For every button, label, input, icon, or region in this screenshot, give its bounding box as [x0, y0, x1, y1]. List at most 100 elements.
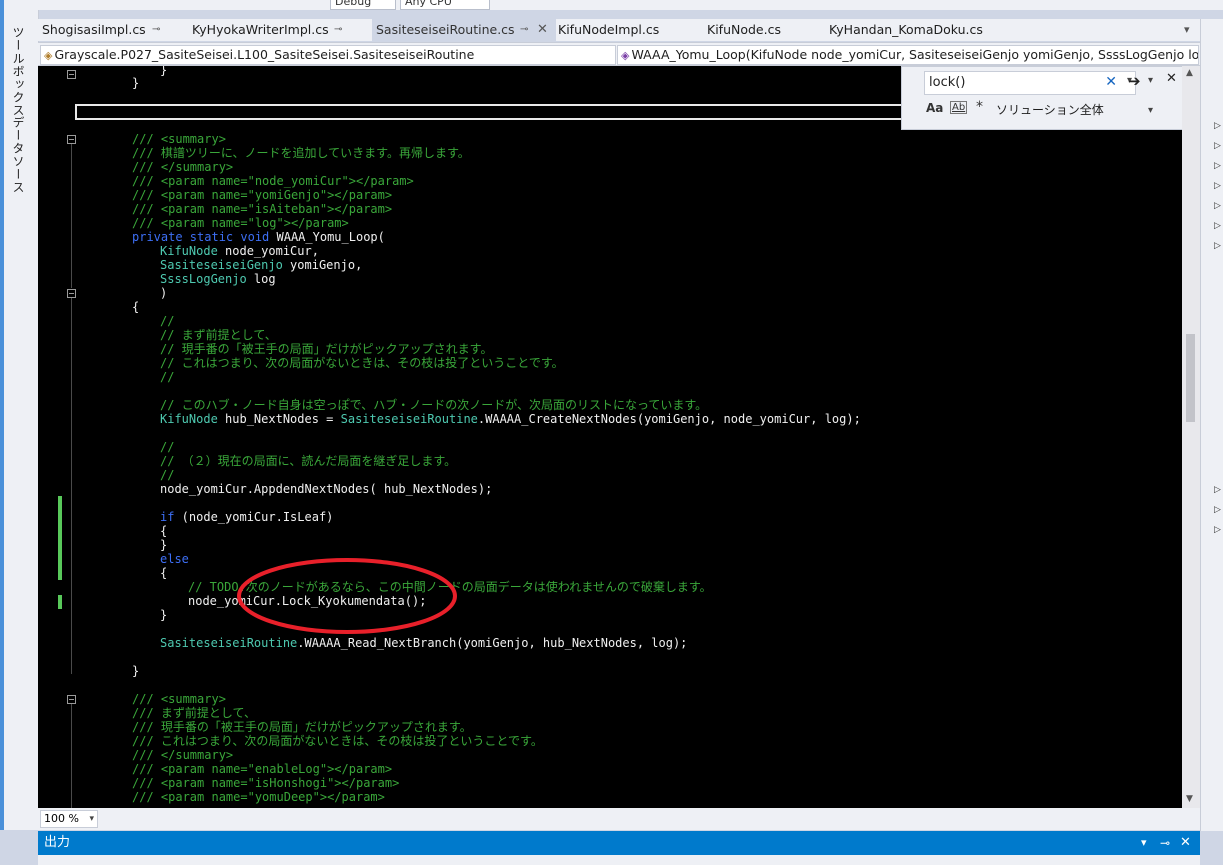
code-line: private static void WAAA_Yomu_Loop(: [132, 230, 385, 244]
code-line: /// <param name="node_yomiCur"></param>: [132, 174, 414, 188]
quick-find-panel: lock() ✕ ▾ ➔ ▾ ✕ Aa Ab * ソリューション全体 ▾: [901, 66, 1203, 130]
code-line: //: [160, 370, 175, 384]
code-line: /// 棋譜ツリーに、ノードを追加していきます。再帰します。: [132, 146, 470, 160]
toolbox-tab[interactable]: ツールボックス: [10, 26, 27, 117]
member-dropdown[interactable]: ◈ WAAA_Yomu_Loop(KifuNode node_yomiCur, S…: [617, 45, 1199, 65]
code-line: /// 現手番の「被王手の局面」だけがピックアップされます。: [132, 720, 472, 734]
fold-toggle-icon[interactable]: [67, 289, 76, 298]
editor-status-row: [38, 808, 1200, 830]
code-line: /// <param name="yomiGenjo"></param>: [132, 188, 393, 202]
code-line: ): [160, 286, 168, 300]
tab-kyhandan-komadoku[interactable]: KyHandan_KomaDoku.cs: [825, 19, 1049, 41]
find-next-icon[interactable]: ➔: [1128, 72, 1141, 90]
code-line: //: [160, 468, 175, 482]
code-line: if (node_yomiCur.IsLeaf): [160, 510, 334, 524]
regex-toggle-icon[interactable]: *: [976, 99, 983, 115]
code-line: // 現手番の「被王手の局面」だけがピックアップされます。: [160, 342, 493, 356]
scope-dropdown-icon[interactable]: ▾: [1148, 105, 1153, 116]
code-line: /// </summary>: [132, 160, 234, 174]
pin-icon[interactable]: ⊸: [152, 24, 160, 35]
code-line: }: [160, 608, 168, 622]
scroll-thumb[interactable]: [1186, 334, 1195, 422]
class-icon: ◈: [44, 49, 53, 62]
code-line: /// <param name="yomuDeep"></param>: [132, 790, 385, 804]
tab-kifunodeimpl[interactable]: KifuNodeImpl.cs: [554, 19, 708, 41]
code-line: //: [160, 314, 175, 328]
expand-icon[interactable]: ▷: [1214, 505, 1221, 515]
platform-dropdown[interactable]: Any CPU: [400, 0, 490, 10]
code-line: /// まず前提として、: [132, 706, 256, 720]
match-case-toggle[interactable]: Aa: [926, 101, 943, 115]
pin-icon[interactable]: ⊸: [1160, 831, 1170, 855]
vertical-scrollbar[interactable]: ▲ ▼: [1182, 66, 1200, 808]
code-line: /// <param name="isHonshogi"></param>: [132, 776, 400, 790]
expand-icon[interactable]: ▷: [1214, 241, 1221, 251]
fold-toggle-icon[interactable]: [67, 135, 76, 144]
clear-icon[interactable]: ✕: [1105, 74, 1117, 90]
method-icon: ◈: [621, 49, 630, 62]
expand-icon[interactable]: ▷: [1214, 141, 1221, 151]
document-tabs: ShogisasiImpl.cs ⊸ KyHyokaWriterImpl.cs …: [38, 19, 1200, 41]
expand-icon[interactable]: ▷: [1214, 181, 1221, 191]
zoom-dropdown[interactable]: 100 % ▾: [40, 810, 98, 828]
scroll-up-icon[interactable]: ▲: [1186, 68, 1193, 78]
code-line: // これはつまり、次の局面がないときは、その枝は投了ということです。: [160, 356, 564, 370]
datasource-tab[interactable]: データソース: [10, 116, 27, 194]
pin-icon[interactable]: ⊸: [520, 24, 528, 35]
close-icon[interactable]: ✕: [537, 22, 548, 37]
fold-toggle-icon[interactable]: [67, 70, 76, 79]
fold-guide: [71, 298, 72, 674]
expand-icon[interactable]: ▷: [1214, 121, 1221, 131]
tab-overflow-dropdown-icon[interactable]: ▾: [1184, 23, 1190, 36]
expand-icon[interactable]: ▷: [1214, 201, 1221, 211]
close-icon[interactable]: ✕: [1180, 831, 1191, 855]
code-line: KifuNode hub_NextNodes = SasiteseiseiRou…: [160, 412, 861, 426]
code-line: {: [160, 524, 168, 538]
code-line: KifuNode node_yomiCur,: [160, 244, 319, 258]
tab-sasiteseiseiroutine[interactable]: SasiteseiseiRoutine.cs: [372, 19, 556, 41]
scroll-down-icon[interactable]: ▼: [1186, 794, 1193, 804]
tab-kyhyokawriterimpl[interactable]: KyHyokaWriterImpl.cs: [188, 19, 374, 41]
config-dropdown[interactable]: Debug: [330, 0, 396, 10]
find-input[interactable]: lock() ✕ ▾: [924, 71, 1136, 95]
close-find-icon[interactable]: ✕: [1166, 71, 1177, 86]
window-edge: [0, 0, 4, 830]
toolbar: Debug Any CPU: [38, 0, 1223, 10]
whole-word-toggle[interactable]: Ab: [950, 101, 968, 114]
code-line: SsssLogGenjo log: [160, 272, 276, 286]
fold-guide: [71, 144, 72, 288]
code-line: /// <param name="enableLog"></param>: [132, 762, 393, 776]
expand-icon[interactable]: ▷: [1214, 161, 1221, 171]
code-line: /// <param name="log"></param>: [132, 216, 349, 230]
find-options-dropdown-icon[interactable]: ▾: [1148, 75, 1153, 86]
code-line: SasiteseiseiRoutine.WAAAA_Read_NextBranc…: [160, 636, 688, 650]
tab-kifunode[interactable]: KifuNode.cs: [703, 19, 827, 41]
code-line: /// これはつまり、次の局面がないときは、その枝は投了ということです。: [132, 734, 543, 748]
code-line: // このハブ・ノード自身は空っぽで、ハブ・ノードの次ノードが、次局面のリストに…: [160, 398, 708, 412]
left-toolwindow-strip: ツールボックス データソース: [0, 0, 39, 830]
code-line: node_yomiCur.AppdendNextNodes( hub_NextN…: [160, 482, 493, 496]
code-line: }: [132, 76, 140, 90]
expand-icon[interactable]: ▷: [1214, 485, 1221, 495]
code-editor[interactable]: } } /// <summary> /// 棋譜ツリーに、ノードを追加していきま…: [38, 66, 1182, 808]
pin-icon[interactable]: ⊸: [334, 24, 342, 35]
code-line: }: [132, 664, 140, 678]
fold-toggle-icon[interactable]: [67, 695, 76, 704]
annotation-ellipse: [237, 558, 457, 634]
code-line: // まず前提として、: [160, 328, 277, 342]
code-line: /// <summary>: [132, 692, 226, 706]
navigation-bar: ◈ Grayscale.P027_SasiteSeisei.L100_Sasite…: [38, 42, 1200, 66]
code-line: else: [160, 552, 189, 566]
expand-icon[interactable]: ▷: [1214, 221, 1221, 231]
output-toolbar: [38, 855, 1200, 865]
code-line: SasiteseiseiGenjo yomiGenjo,: [160, 258, 363, 272]
class-dropdown[interactable]: ◈ Grayscale.P027_SasiteSeisei.L100_Sasite…: [40, 45, 616, 65]
solution-explorer-edge: ▷ ▷ ▷ ▷ ▷ ▷ ▷ ▷ ▷ ▷: [1200, 19, 1223, 831]
change-marker: [58, 595, 62, 609]
find-scope-dropdown[interactable]: ソリューション全体: [996, 101, 1104, 118]
expand-icon[interactable]: ▷: [1214, 525, 1221, 535]
code-line: }: [160, 538, 168, 552]
tab-shogisasiimpl[interactable]: ShogisasiImpl.cs: [38, 19, 192, 41]
panel-dropdown-icon[interactable]: ▾: [1141, 831, 1147, 855]
change-marker: [58, 496, 62, 580]
